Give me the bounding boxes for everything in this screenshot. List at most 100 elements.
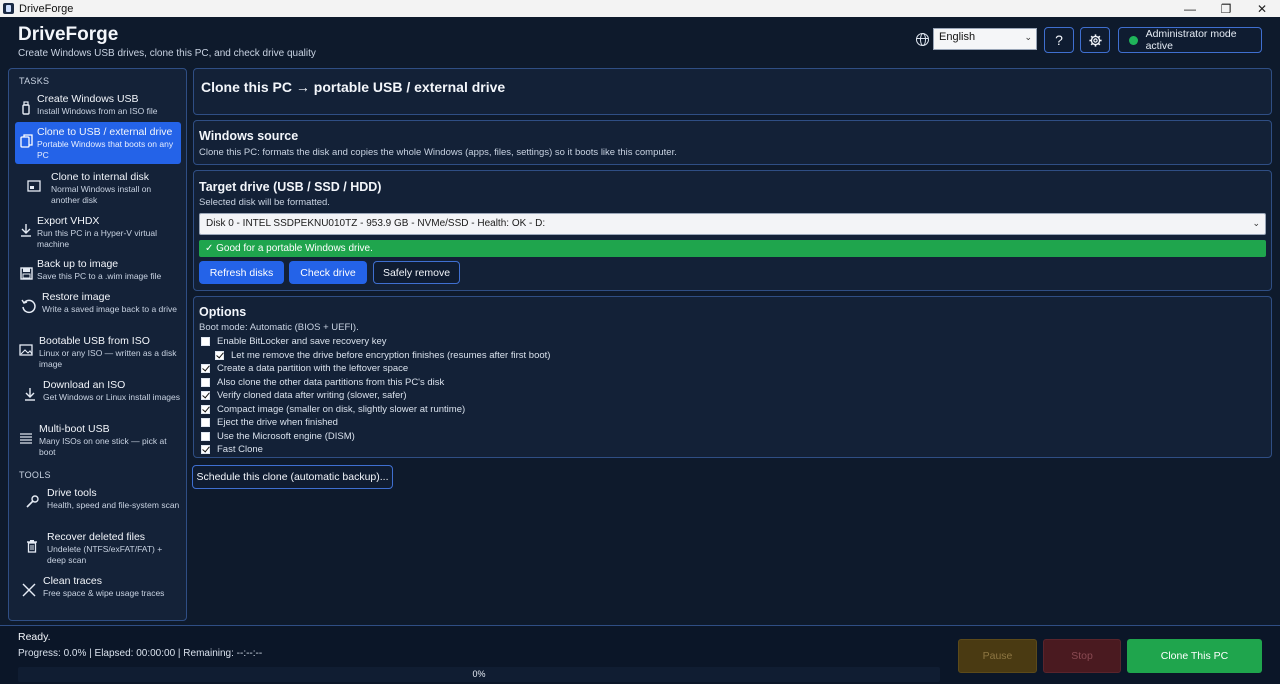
sidebar-item-clean-traces[interactable]: Clean traces Free space & wipe usage trac… (15, 575, 181, 601)
trash-icon (21, 535, 43, 557)
page-title: Clone this PC → portable USB / external … (201, 79, 506, 95)
option-checkbox[interactable] (201, 377, 210, 387)
option-checkbox-row[interactable]: Use the Microsoft engine (DISM) (201, 431, 355, 442)
option-checkbox[interactable] (201, 391, 210, 400)
option-checkbox[interactable] (215, 350, 224, 360)
options-heading: Options (199, 305, 247, 319)
image-icon (15, 339, 37, 361)
windows-source-desc: Clone this PC: formats the disk and copi… (199, 147, 677, 158)
gear-icon (1088, 33, 1102, 47)
target-disk-select[interactable]: Disk 0 - INTEL SSDPEKNU010TZ - 953.9 GB … (199, 213, 1266, 235)
sidebar-item-label: Create Windows USB (37, 93, 139, 105)
sidebar-item-desc: Portable Windows that boots on any PC (37, 139, 174, 160)
sidebar-item-desc: Undelete (NTFS/exFAT/FAT) + deep scan (47, 544, 163, 565)
language-value: English (939, 31, 976, 43)
sidebar-item-export-vhdx[interactable]: Export VHDX Run this PC in a Hyper-V virt… (15, 215, 181, 250)
globe-icon (916, 33, 929, 46)
option-checkbox-row[interactable]: Create a data partition with the leftove… (201, 363, 408, 374)
sidebar-item-drive-tools[interactable]: Drive tools Health, speed and file-system… (15, 487, 181, 513)
pause-button[interactable]: Pause (958, 639, 1037, 673)
restore-icon (18, 295, 40, 317)
sidebar-item-desc: Run this PC in a Hyper-V virtual machine (37, 228, 157, 249)
sidebar-item-desc: Get Windows or Linux install images (43, 392, 181, 402)
status-dot-icon (1129, 35, 1138, 45)
sidebar-item-bootable-usb-iso[interactable]: Bootable USB from ISO Linux or any ISO — … (15, 335, 181, 370)
window-titlebar: DriveForge — ❐ ✕ (0, 0, 1280, 17)
option-checkbox[interactable] (201, 404, 210, 414)
admin-status-label: Administrator mode active (1145, 28, 1237, 52)
option-label: Eject the drive when finished (217, 417, 338, 428)
save-icon (15, 262, 37, 284)
close-icon[interactable]: ✕ (1244, 0, 1280, 17)
minimize-icon[interactable]: — (1172, 0, 1208, 17)
option-label: Compact image (smaller on disk, slightly… (217, 403, 466, 415)
tasks-heading: TASKS (19, 76, 50, 86)
option-checkbox[interactable] (201, 337, 210, 346)
sidebar-item-label: Download an ISO (43, 379, 126, 391)
app-logo-icon (3, 3, 14, 14)
chevron-down-icon: ⌄ (1024, 32, 1032, 42)
sidebar-item-desc: Save this PC to a .wim image file (37, 271, 162, 281)
stop-button[interactable]: Stop (1043, 639, 1121, 673)
target-drive-panel: Target drive (USB / SSD / HDD) Selected … (193, 170, 1272, 291)
check-drive-button[interactable]: Check drive (289, 261, 367, 284)
sidebar-item-desc: Free space & wipe usage traces (43, 588, 165, 598)
option-label: Create a data partition with the leftove… (217, 363, 409, 374)
option-checkbox-row[interactable]: Verify cloned data after writing (slower… (201, 390, 407, 401)
maximize-icon[interactable]: ❐ (1208, 0, 1244, 17)
sidebar-item-clone-to-usb[interactable]: Clone to USB / external drive Portable Wi… (15, 122, 181, 164)
sidebar-item-label: Bootable USB from ISO (39, 335, 150, 347)
option-label: Verify cloned data after writing (slower… (217, 390, 407, 401)
option-checkbox[interactable] (201, 431, 210, 441)
option-checkbox[interactable] (201, 364, 210, 373)
sidebar-item-label: Recover deleted files (47, 531, 146, 543)
progress-text: Progress: 0.0% | Elapsed: 00:00:00 | Rem… (18, 648, 263, 659)
sidebar-item-download-iso[interactable]: Download an ISO Get Windows or Linux inst… (15, 379, 181, 405)
tools-heading: TOOLS (19, 470, 51, 480)
option-checkbox-row[interactable]: Fast Clone (201, 444, 263, 455)
help-button[interactable]: ? (1044, 27, 1074, 53)
settings-button[interactable] (1080, 27, 1110, 53)
sidebar-item-multiboot-usb[interactable]: Multi-boot USB Many ISOs on one stick — p… (15, 423, 181, 458)
sidebar-item-desc: Install Windows from an ISO file (37, 106, 158, 116)
sidebar-item-recover-files[interactable]: Recover deleted files Undelete (NTFS/exFA… (15, 531, 181, 566)
option-checkbox-row[interactable]: Let me remove the drive before encryptio… (215, 350, 550, 361)
language-select[interactable]: English ⌄ (933, 28, 1037, 50)
boot-mode-text: Boot mode: Automatic (BIOS + UEFI). (199, 322, 359, 333)
sidebar-item-desc: Write a saved image back to a drive (42, 304, 177, 314)
progress-bar: 0% (18, 667, 940, 682)
option-checkbox-row[interactable]: Also clone the other data partitions fro… (201, 377, 444, 388)
option-checkbox-row[interactable]: Eject the drive when finished (201, 417, 338, 428)
sidebar-item-backup-image[interactable]: Back up to image Save this PC to a .wim i… (15, 258, 181, 284)
sidebar-item-create-windows-usb[interactable]: Create Windows USB Install Windows from a… (15, 93, 181, 119)
export-arrow-icon (15, 219, 37, 241)
sidebar-item-label: Clone to USB / external drive (37, 126, 173, 138)
sidebar-item-desc: Normal Windows install on another disk (51, 184, 152, 205)
option-checkbox-row[interactable]: Enable BitLocker and save recovery key (201, 336, 387, 347)
clone-this-pc-button[interactable]: Clone This PC (1127, 639, 1262, 673)
sidebar-item-label: Drive tools (47, 487, 97, 499)
windows-source-panel: Windows source Clone this PC: formats th… (193, 120, 1272, 165)
option-checkbox-row[interactable]: Compact image (smaller on disk, slightly… (201, 404, 465, 415)
schedule-clone-button[interactable]: Schedule this clone (automatic backup)..… (192, 465, 393, 489)
sidebar: TASKS Create Windows USB Install Windows … (8, 68, 187, 621)
option-checkbox[interactable] (201, 445, 210, 454)
drive-health-message: ✓ Good for a portable Windows drive. (199, 240, 1266, 257)
sidebar-item-desc: Many ISOs on one stick — pick at boot (39, 436, 167, 457)
close-x-icon (18, 579, 40, 601)
download-icon (19, 383, 41, 405)
safely-remove-button[interactable]: Safely remove (373, 261, 460, 284)
option-label: Let me remove the drive before encryptio… (231, 349, 551, 361)
help-icon: ? (1055, 32, 1063, 48)
target-drive-note: Selected disk will be formatted. (199, 197, 330, 208)
app-header: DriveForge Create Windows USB drives, cl… (0, 17, 1280, 63)
option-label: Use the Microsoft engine (DISM) (217, 430, 355, 442)
options-panel: Options Boot mode: Automatic (BIOS + UEF… (193, 296, 1272, 458)
chevron-down-icon: ⌄ (1252, 218, 1260, 228)
sidebar-item-restore-image[interactable]: Restore image Write a saved image back to… (15, 291, 181, 317)
app-tagline: Create Windows USB drives, clone this PC… (18, 48, 316, 59)
sidebar-item-clone-internal[interactable]: Clone to internal disk Normal Windows ins… (15, 171, 181, 206)
option-checkbox[interactable] (201, 418, 210, 427)
refresh-disks-button[interactable]: Refresh disks (199, 261, 284, 284)
option-label: Also clone the other data partitions fro… (217, 376, 445, 388)
